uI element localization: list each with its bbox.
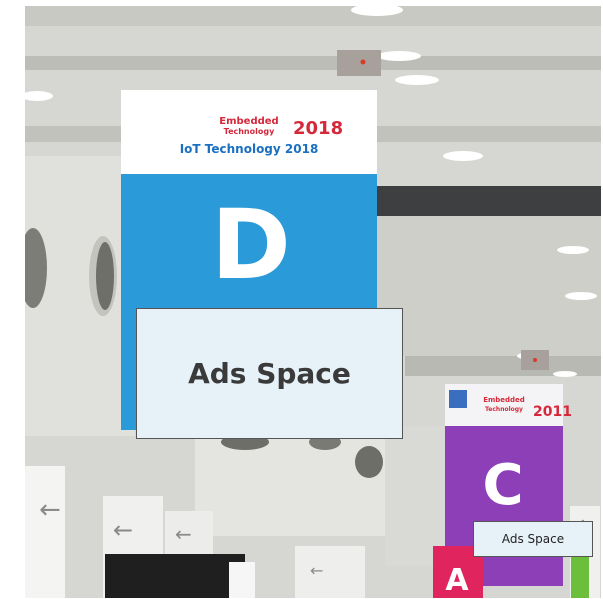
ad-space-large: Ads Space: [136, 308, 403, 439]
banner-d-brand-line1: Embedded: [219, 116, 278, 127]
pillar-hole: [355, 446, 383, 478]
white-panel: [229, 562, 255, 598]
dark-ceiling-duct: [375, 186, 601, 216]
banner-c-year: 2011: [533, 404, 572, 420]
ceiling-panel: [375, 216, 601, 356]
arrow-left-icon: ←: [113, 516, 133, 544]
ad-space-small-label: Ads Space: [501, 532, 565, 546]
concrete-pillar: [385, 426, 445, 566]
ceiling-beam: [25, 56, 601, 70]
banner-d-year: 2018: [293, 118, 343, 139]
photo-scene: ← ← ← ← ↑ Embedded Technology 2018 IoT T…: [25, 6, 601, 598]
sign-led: [360, 59, 366, 65]
banner-a-letter: A: [445, 563, 469, 598]
banner-c-letter: C: [482, 453, 523, 518]
dark-monitor: [105, 554, 245, 598]
ceiling-light: [377, 51, 421, 61]
exit-sign: [337, 50, 381, 76]
banner-c-brand-line1: Embedded: [483, 396, 525, 404]
pillar-hole: [96, 242, 114, 310]
direction-sign: [295, 546, 365, 598]
green-sign: [571, 551, 589, 598]
banner-d-brand-line3: IoT Technology 2018: [180, 142, 319, 156]
banner-c-logo-icon: [449, 390, 467, 408]
arrow-left-icon: ←: [39, 495, 61, 525]
ad-space-small: Ads Space: [473, 521, 593, 557]
sign-led: [533, 358, 537, 362]
direction-sign: [25, 466, 65, 598]
ceiling-light: [565, 292, 597, 300]
ceiling-beam: [25, 6, 601, 26]
ad-space-large-label: Ads Space: [188, 357, 351, 390]
ceiling-light: [443, 151, 483, 161]
banner-d-letter: D: [211, 189, 291, 301]
ceiling-light: [395, 75, 439, 85]
ceiling-light: [557, 246, 589, 254]
exhibition-hall-photo: ← ← ← ← ↑ Embedded Technology 2018 IoT T…: [25, 6, 601, 598]
arrow-left-icon: ←: [175, 522, 192, 546]
arrow-left-icon: ←: [310, 561, 323, 580]
banner-c-brand-line2: Technology: [485, 406, 523, 413]
ceiling-light: [553, 371, 577, 377]
banner-d-brand-line2: Technology: [224, 127, 275, 136]
